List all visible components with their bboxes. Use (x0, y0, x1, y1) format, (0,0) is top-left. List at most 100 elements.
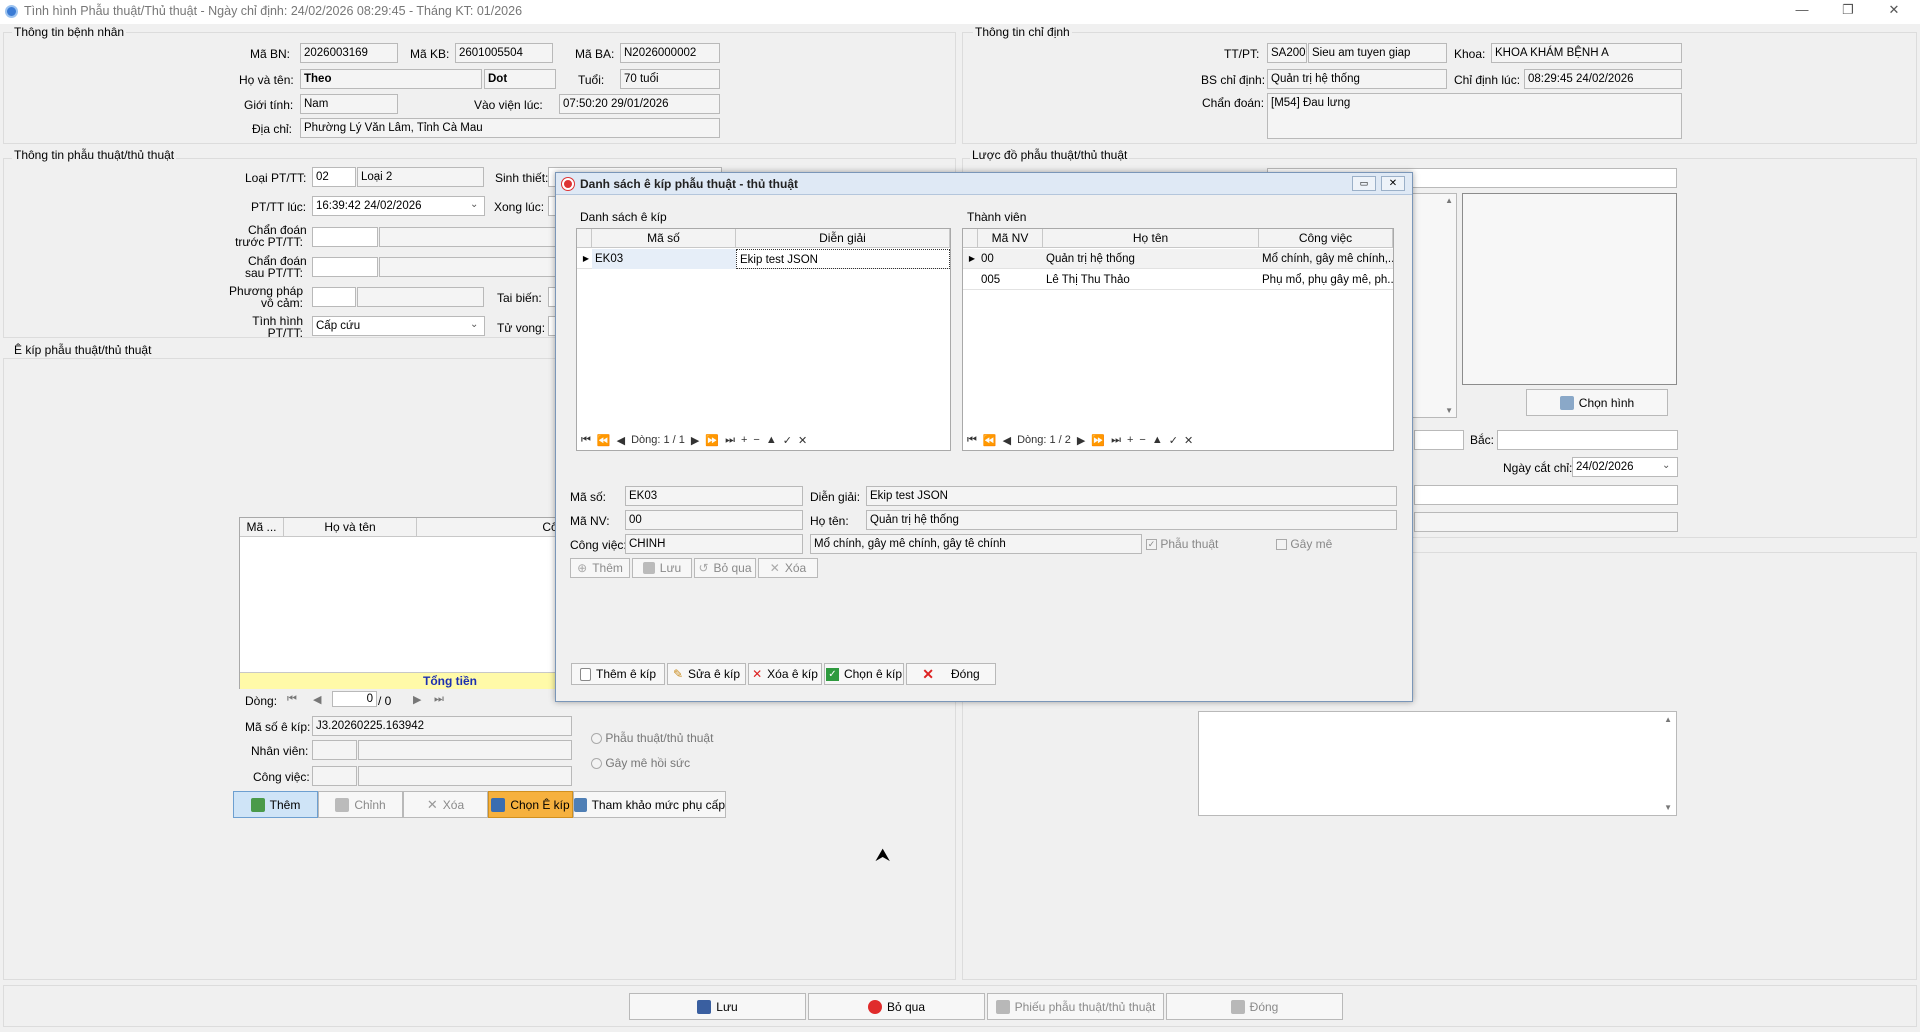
ekip-xoa-button[interactable]: ✕ Xóa (403, 791, 488, 818)
nav-check-icon[interactable]: ✓ (1169, 434, 1178, 447)
member-ho-ten-cell[interactable]: Quản trị hệ thống (1043, 249, 1259, 269)
member-row[interactable]: ▶ 00 Quản trị hệ thống Mổ chính, gây mê … (963, 249, 1393, 269)
chan-doan-field[interactable]: [M54] Đau lưng (1267, 93, 1682, 139)
nav-first-icon[interactable]: ⏮ (581, 434, 591, 447)
diagram-field-c[interactable] (1414, 512, 1678, 532)
pt-luc-field[interactable]: 16:39:42 24/02/2026 (312, 196, 485, 216)
nav-prev-icon[interactable]: ◀ (617, 434, 625, 447)
member-ma-nv-cell[interactable]: 00 (978, 249, 1043, 269)
them-ekip-button[interactable]: Thêm ê kíp (571, 663, 665, 685)
scroll-down-icon[interactable]: ▼ (1664, 803, 1672, 812)
chon-ekip-button[interactable]: ✓ Chọn ê kíp (824, 663, 904, 685)
dlg-ho-ten-field[interactable]: Quản trị hệ thống (866, 510, 1397, 530)
nav-prev-page-icon[interactable]: ⏪ (597, 434, 611, 447)
col-ho-ten[interactable]: Họ tên (1043, 229, 1259, 248)
prev-record-icon[interactable]: ◀ (313, 693, 321, 706)
ekip-ma-so-cell[interactable]: EK03 (592, 249, 736, 269)
ma-kb-field[interactable]: 2601005504 (455, 43, 553, 63)
chk-phau-thuat[interactable]: ✓ Phẫu thuật (1146, 537, 1218, 551)
cd-sau-code-field[interactable] (312, 257, 378, 277)
dong-button[interactable]: ✕ Đóng (906, 663, 996, 685)
ekip-dien-giai-cell[interactable]: Ekip test JSON (736, 249, 950, 269)
ekip-them-button[interactable]: Thêm (233, 791, 318, 818)
cong-viec-code-field[interactable] (312, 766, 357, 786)
loai-name-field[interactable]: Loại 2 (357, 167, 484, 187)
maximize-button[interactable]: ❐ (1828, 2, 1868, 22)
dong-input[interactable]: 0 (332, 691, 377, 707)
tt-pt-name-field[interactable]: Sieu am tuyen giap (1308, 43, 1447, 63)
ekip-chon-button[interactable]: Chọn Ê kíp (488, 791, 573, 818)
chevron-down-icon[interactable]: ⌄ (470, 199, 478, 210)
member-cong-viec-cell[interactable]: Mổ chính, gây mê chính,... (1259, 249, 1393, 269)
radio-pt[interactable]: Phẫu thuật/thủ thuật (591, 731, 713, 745)
notes-textarea[interactable]: ▲ ▼ (1198, 711, 1677, 816)
col-ho-ten[interactable]: Họ và tên (284, 518, 417, 537)
chevron-down-icon[interactable]: ⌄ (1662, 460, 1670, 471)
close-button[interactable]: ✕ (1874, 2, 1914, 22)
col-ma-so[interactable]: Mã số (592, 229, 736, 248)
member-ho-ten-cell[interactable]: Lê Thị Thu Thảo (1043, 270, 1259, 290)
khoa-field[interactable]: KHOA KHÁM BỆNH A (1491, 43, 1682, 63)
col-cong-viec[interactable]: Công việc (1259, 229, 1393, 248)
dlg-cong-viec-code-field[interactable]: CHINH (625, 534, 803, 554)
dlg-dien-giai-field[interactable]: Ekip test JSON (866, 486, 1397, 506)
dialog-close-button[interactable]: ✕ (1381, 176, 1405, 191)
dlg-them-button[interactable]: ⊕ Thêm (570, 558, 630, 578)
footer-dong-button[interactable]: Đóng (1166, 993, 1343, 1020)
member-ma-nv-cell[interactable]: 005 (978, 270, 1043, 290)
member-cong-viec-cell[interactable]: Phụ mổ, phụ gây mê, ph... (1259, 270, 1393, 290)
xoa-ekip-button[interactable]: ✕ Xóa ê kíp (748, 663, 822, 685)
tuoi-field[interactable]: 70 tuổi (620, 69, 720, 89)
nav-last-icon[interactable]: ⏭ (1111, 434, 1121, 447)
pp-name-field[interactable] (357, 287, 484, 307)
dialog-title-bar[interactable]: Danh sách ê kíp phẫu thuật - thủ thuật ▭… (556, 173, 1412, 195)
nav-add-icon[interactable]: + (741, 434, 747, 446)
chevron-down-icon[interactable]: ⌄ (470, 319, 478, 330)
col-dien-giai[interactable]: Diễn giải (736, 229, 950, 248)
ekip-list-table[interactable]: Mã số Diễn giải ▶ EK03 Ekip test JSON ⏮ ⏪… (576, 228, 951, 451)
dlg-xoa-button[interactable]: ✕ Xóa (758, 558, 818, 578)
dlg-ma-so-field[interactable]: EK03 (625, 486, 803, 506)
bs-field[interactable]: Quản trị hệ thống (1267, 69, 1447, 89)
nav-up-icon[interactable]: ▲ (1152, 434, 1163, 446)
members-table[interactable]: Mã NV Họ tên Công việc ▶ 00 Quản trị hệ … (962, 228, 1394, 451)
minimize-button[interactable]: — (1782, 2, 1822, 22)
col-ma-nv[interactable]: Mã NV (978, 229, 1043, 248)
nav-last-icon[interactable]: ⏭ (725, 434, 735, 447)
nav-next-page-icon[interactable]: ⏩ (705, 434, 719, 447)
diagram-field-a[interactable] (1414, 430, 1464, 450)
next-record-icon[interactable]: ▶ (413, 693, 421, 706)
nav-first-icon[interactable]: ⏮ (967, 434, 977, 447)
footer-luu-button[interactable]: Lưu (629, 993, 806, 1020)
cd-truoc-code-field[interactable] (312, 227, 378, 247)
nav-cancel-icon[interactable]: ✕ (798, 434, 807, 447)
chi-dinh-luc-field[interactable]: 08:29:45 24/02/2026 (1524, 69, 1682, 89)
footer-phieu-button[interactable]: Phiếu phẫu thuật/thủ thuật (987, 993, 1164, 1020)
tham-khao-button[interactable]: Tham khảo mức phụ cấp (573, 791, 726, 818)
footer-bo-qua-button[interactable]: Bỏ qua (808, 993, 985, 1020)
dlg-cong-viec-desc-field[interactable]: Mổ chính, gây mê chính, gây tê chính (810, 534, 1142, 554)
nav-remove-icon[interactable]: − (1139, 434, 1145, 446)
tt-pt-code-field[interactable]: SA200 (1267, 43, 1307, 63)
last-record-icon[interactable]: ⏭ (434, 693, 444, 706)
bac-field[interactable] (1497, 430, 1678, 450)
tinh-hinh-field[interactable]: Cấp cứu (312, 316, 485, 336)
radio-pt-indicator[interactable] (591, 733, 602, 745)
nav-remove-icon[interactable]: − (753, 434, 759, 446)
nav-next-page-icon[interactable]: ⏩ (1091, 434, 1105, 447)
radio-gm[interactable]: Gây mê hồi sức (591, 756, 690, 770)
nhan-vien-name-field[interactable] (358, 740, 572, 760)
members-navigator[interactable]: ⏮ ⏪ ◀ Dòng: 1 / 2 ▶ ⏩ ⏭ + − ▲ ✓ ✕ (967, 432, 1193, 448)
nav-prev-page-icon[interactable]: ⏪ (983, 434, 997, 447)
chon-hinh-button[interactable]: Chọn hình (1526, 389, 1668, 416)
scroll-up-icon[interactable]: ▲ (1664, 715, 1672, 724)
nav-add-icon[interactable]: + (1127, 434, 1133, 446)
nav-up-icon[interactable]: ▲ (766, 434, 777, 446)
sua-ekip-button[interactable]: ✎ Sửa ê kíp (667, 663, 746, 685)
ma-bn-field[interactable]: 2026003169 (300, 43, 398, 63)
scroll-down-icon[interactable]: ▼ (1445, 406, 1453, 415)
ma-so-ekip-field[interactable]: J3.20260225.163942 (312, 716, 572, 736)
ekip-list-dialog[interactable]: Danh sách ê kíp phẫu thuật - thủ thuật ▭… (555, 172, 1413, 702)
col-ma[interactable]: Mã ... (240, 518, 284, 537)
member-row[interactable]: 005 Lê Thị Thu Thảo Phụ mổ, phụ gây mê, … (963, 270, 1393, 290)
